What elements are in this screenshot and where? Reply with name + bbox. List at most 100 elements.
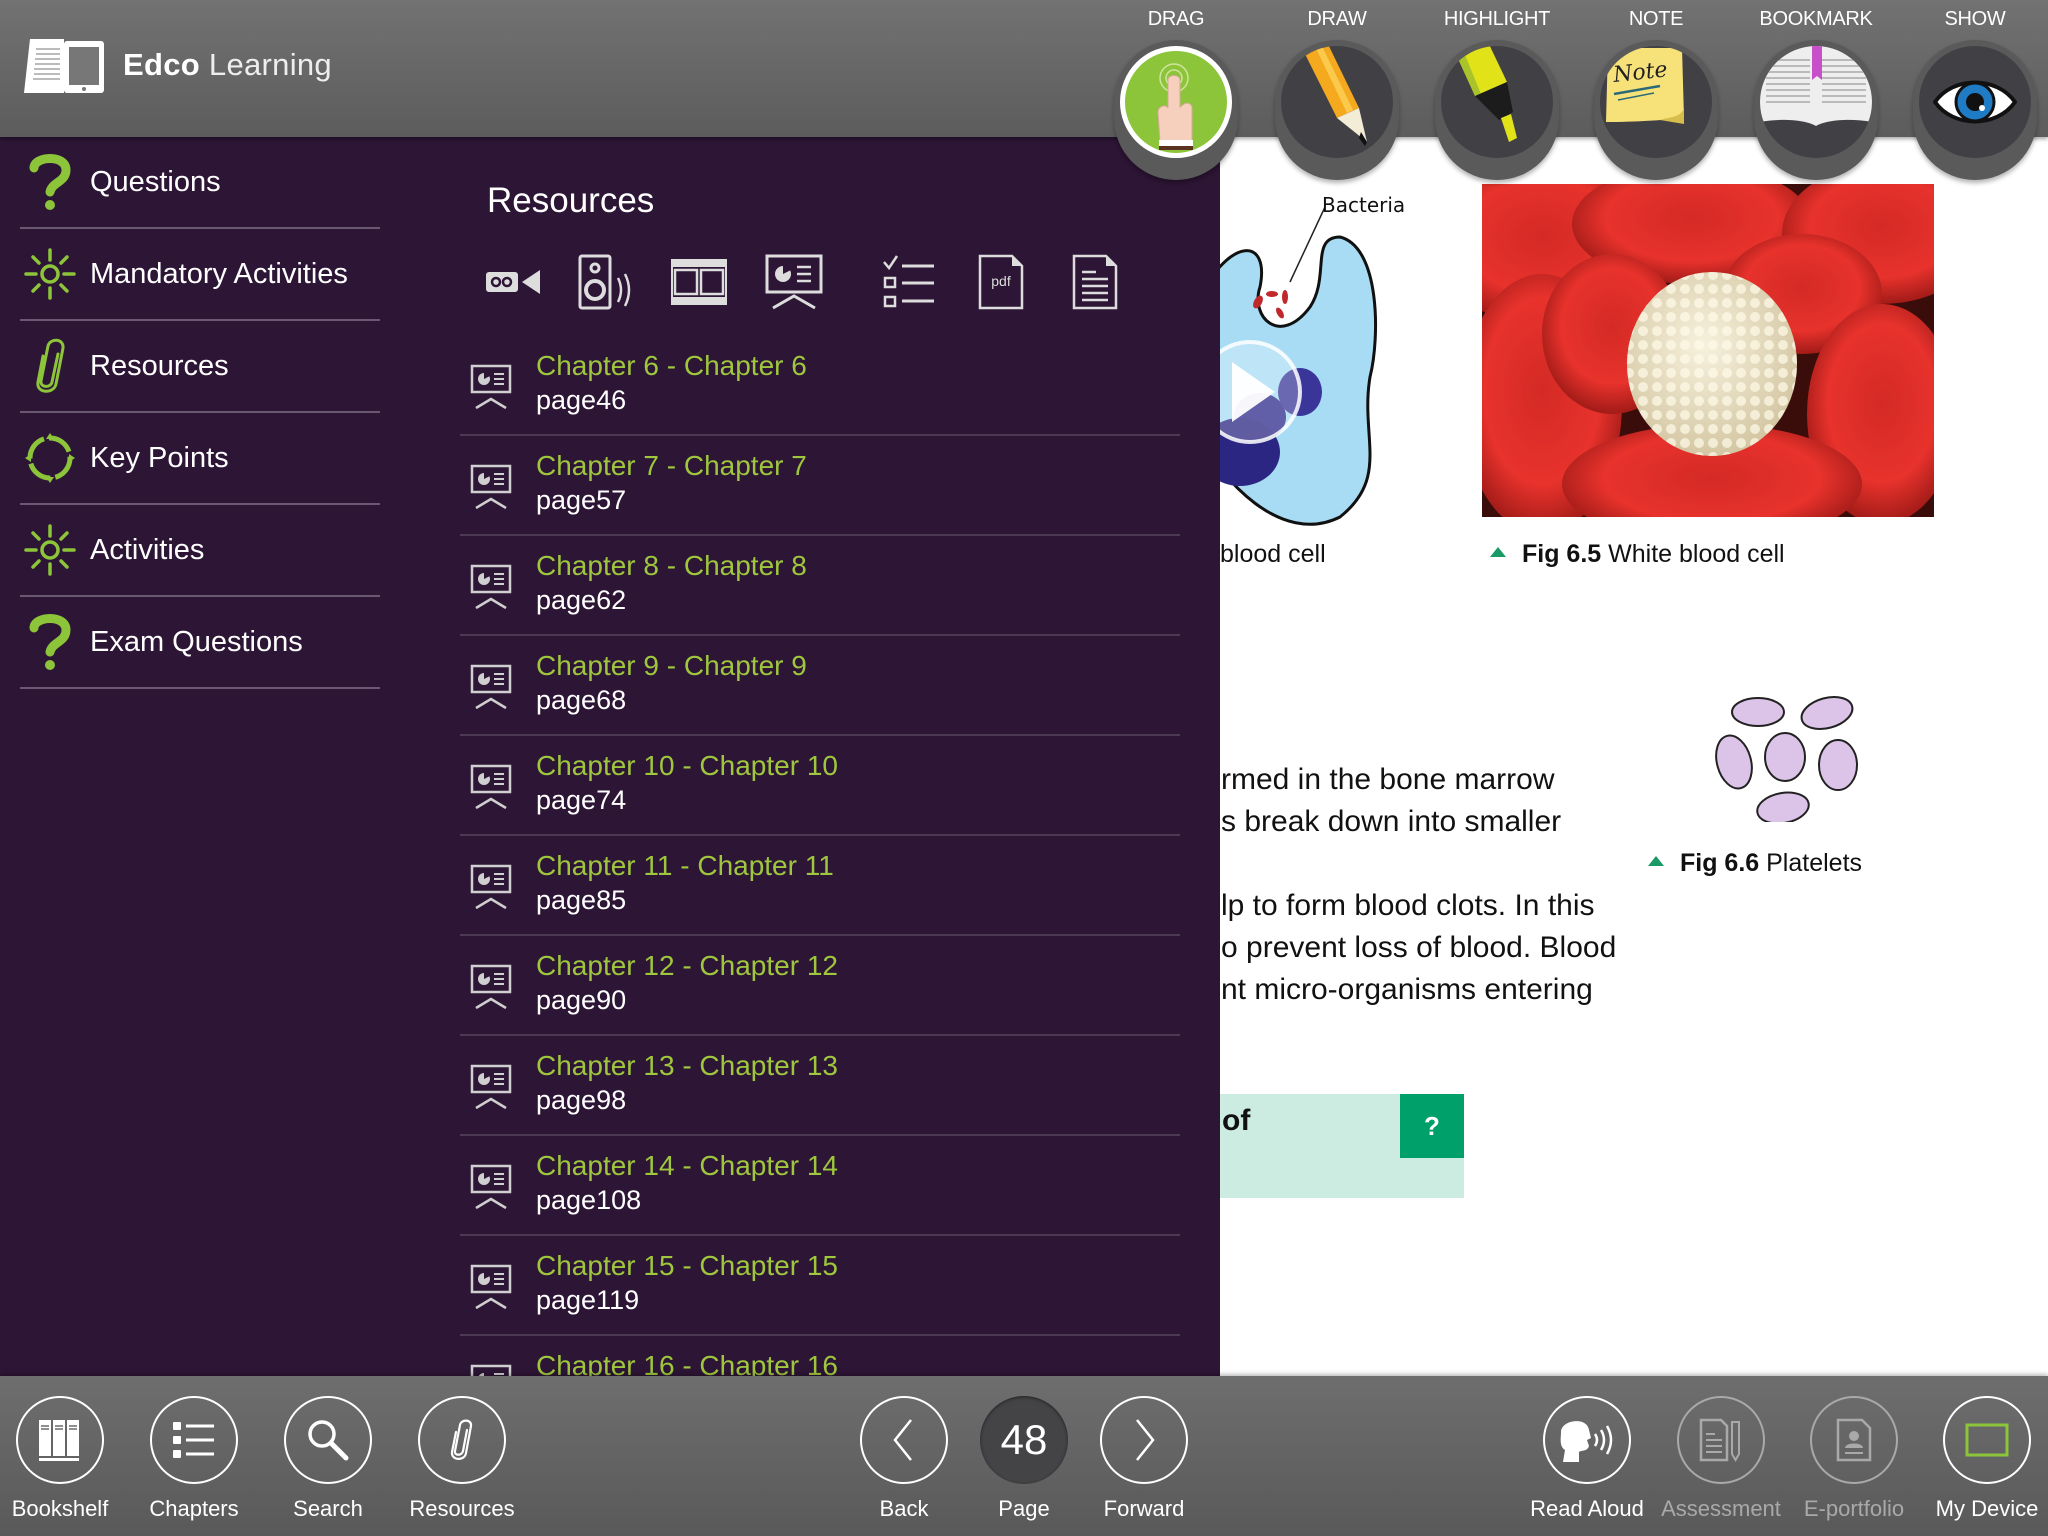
button-circle: [150, 1396, 238, 1484]
sidebar-item-exam-questions[interactable]: Exam Questions: [20, 597, 380, 689]
fig-6-6-caption: Fig 6.6 Platelets: [1648, 849, 1862, 878]
bookmark-button[interactable]: [1760, 46, 1872, 158]
resource-list-item[interactable]: Chapter 8 - Chapter 8 page62: [460, 536, 1180, 636]
show-button[interactable]: [1919, 46, 2031, 158]
sidebar-item-key-points[interactable]: Key Points: [20, 413, 380, 505]
body-text-line: nt micro-organisms entering: [1221, 973, 1593, 1006]
presentation-icon: [470, 664, 512, 710]
presentation-filter[interactable]: [765, 249, 823, 315]
document-filter[interactable]: [1072, 249, 1118, 315]
assessment-icon: [1699, 1418, 1740, 1462]
drag-button[interactable]: [1120, 46, 1232, 158]
presentation-icon: [470, 764, 512, 810]
edco-logo[interactable]: Edco Learning: [20, 35, 332, 95]
chapters-button[interactable]: Chapters: [134, 1396, 254, 1531]
document-icon: [1072, 254, 1118, 310]
button-circle: [418, 1396, 506, 1484]
sidebar-item-label: Questions: [90, 165, 221, 198]
audio-filter[interactable]: [578, 249, 636, 315]
question-mark-icon: [20, 152, 80, 212]
tool-label: NOTE: [1628, 8, 1684, 30]
book-tablet-logo-icon: [24, 39, 104, 93]
sidebar-item-mandatory-activities[interactable]: Mandatory Activities: [20, 229, 380, 321]
app-title: Edco Learning: [123, 47, 332, 82]
speaker-icon: [578, 254, 631, 310]
fig-6-5-caption: Fig 6.5 White blood cell: [1490, 540, 1785, 569]
video-filter[interactable]: [486, 249, 542, 315]
resource-title: Chapter 15 - Chapter 15: [536, 1250, 838, 1281]
button-label: Resources: [409, 1496, 515, 1521]
tool-label: BOOKMARK: [1759, 8, 1873, 30]
resource-list-item[interactable]: Chapter 11 - Chapter 11 page85: [460, 836, 1180, 936]
resource-page: page90: [536, 985, 627, 1015]
presentation-icon: [470, 1264, 512, 1310]
body-text-line: o prevent loss of blood. Blood: [1221, 931, 1617, 964]
e-portfolio-button[interactable]: E-portfolio: [1794, 1396, 1914, 1531]
sidebar-item-activities[interactable]: Activities: [20, 505, 380, 597]
film-filter[interactable]: [671, 249, 727, 315]
resource-list-item[interactable]: Chapter 15 - Chapter 15 page119: [460, 1236, 1180, 1336]
my-device-button[interactable]: My Device: [1927, 1396, 2047, 1531]
resource-list-item[interactable]: Chapter 7 - Chapter 7 page57: [460, 436, 1180, 536]
sidebar-item-label: Key Points: [90, 441, 229, 474]
tool-label: DRAW: [1307, 8, 1367, 30]
sidebar-item-label: Resources: [90, 349, 229, 382]
drag-hand-icon: [1157, 63, 1193, 150]
resource-list-item[interactable]: Chapter 6 - Chapter 6 page46: [460, 336, 1180, 436]
checklist-icon: [883, 255, 934, 308]
svg-text:pdf: pdf: [991, 273, 1011, 289]
tool-drag[interactable]: DRAG: [1101, 0, 1251, 180]
resource-title: Chapter 16 - Chapter 16: [536, 1350, 838, 1376]
page-circle: 48: [980, 1396, 1068, 1484]
resource-title: Chapter 9 - Chapter 9: [536, 650, 807, 681]
sidebar-item-label: Mandatory Activities: [90, 257, 348, 290]
draw-button[interactable]: [1281, 46, 1393, 158]
assessment-button[interactable]: Assessment: [1661, 1396, 1781, 1531]
sidebar-item-questions[interactable]: Questions: [20, 137, 380, 229]
button-circle: [860, 1396, 948, 1484]
white-blood-cell-photo[interactable]: [1482, 184, 1934, 517]
checklist-filter[interactable]: [882, 249, 936, 315]
pdf-filter[interactable]: pdf: [978, 249, 1024, 315]
portfolio-icon: [1836, 1418, 1872, 1462]
question-button[interactable]: ?: [1400, 1094, 1464, 1158]
presentation-icon: [470, 364, 512, 410]
pencil-icon: [1301, 46, 1367, 146]
bookmark-book-icon: [1760, 46, 1872, 126]
resource-list-item[interactable]: Chapter 9 - Chapter 9 page68: [460, 636, 1180, 736]
fig-left-caption: blood cell: [1220, 540, 1326, 568]
presentation-icon: [470, 564, 512, 610]
resources-panel: Questions Mandatory Activities Resources…: [0, 137, 1220, 1376]
search-button[interactable]: Search: [268, 1396, 388, 1531]
button-circle: [1543, 1396, 1631, 1484]
resource-list-item[interactable]: Chapter 12 - Chapter 12 page90: [460, 936, 1180, 1036]
question-mark-icon: [20, 612, 80, 672]
resource-list-item[interactable]: Chapter 16 - Chapter 16: [460, 1336, 1180, 1376]
resources-button[interactable]: Resources: [402, 1396, 522, 1531]
caption-triangle-icon: [1490, 547, 1506, 557]
tool-show[interactable]: SHOW: [1900, 0, 2048, 180]
resource-page: page98: [536, 1085, 627, 1115]
tool-note[interactable]: NOTE Note: [1581, 0, 1731, 180]
highlight-button[interactable]: [1441, 46, 1553, 158]
tool-draw[interactable]: DRAW: [1262, 0, 1412, 180]
resource-list-item[interactable]: Chapter 10 - Chapter 10 page74: [460, 736, 1180, 836]
speaking-head-icon: [1560, 1421, 1613, 1462]
button-circle: [16, 1396, 104, 1484]
resource-title: Chapter 8 - Chapter 8: [536, 550, 807, 581]
resource-list-item[interactable]: Chapter 13 - Chapter 13 page98: [460, 1036, 1180, 1136]
read-aloud-button[interactable]: Read Aloud: [1527, 1396, 1647, 1531]
note-button[interactable]: Note: [1600, 46, 1712, 158]
tool-bookmark[interactable]: BOOKMARK: [1741, 0, 1891, 180]
key-points-circle-icon: [20, 428, 80, 488]
sidebar-item-label: Activities: [90, 533, 205, 566]
device-icon: [1965, 1423, 2009, 1457]
bookshelf-button[interactable]: Bookshelf: [0, 1396, 120, 1531]
sticky-note-icon: Note: [1606, 48, 1684, 124]
resource-title: Chapter 14 - Chapter 14: [536, 1150, 838, 1181]
tool-highlight[interactable]: HIGHLIGHT: [1422, 0, 1572, 180]
forward-button[interactable]: Forward: [1084, 1396, 1204, 1531]
film-strip-icon: [671, 259, 727, 305]
sidebar-item-resources[interactable]: Resources: [20, 321, 380, 413]
resource-list-item[interactable]: Chapter 14 - Chapter 14 page108: [460, 1136, 1180, 1236]
